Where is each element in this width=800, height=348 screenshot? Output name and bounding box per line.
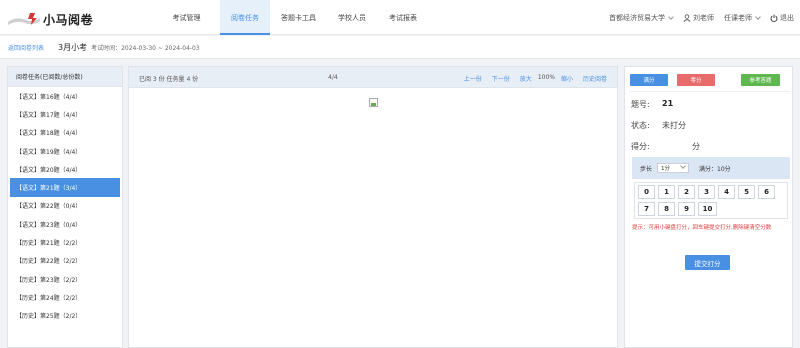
- question-label: 题号:: [631, 100, 650, 109]
- task-item[interactable]: 【语文】第19题（4/4）: [8, 142, 122, 160]
- score-input-box: 步长 1分 满分：10分 0 1 2 3 4 5 6 7 8 9 10 提示：可用小键盘打分，回车键…: [632, 157, 790, 290]
- logout-label: 退出: [780, 13, 794, 22]
- max-score: 满分：10分: [699, 165, 731, 173]
- task-item[interactable]: 【历史】第22题（2/2）: [8, 252, 122, 270]
- exam-name: 3月小考: [58, 42, 88, 52]
- step-value: 1分: [661, 166, 671, 172]
- answer-viewer: 已阅 3 份 任务量 4 份 4/4 上一份 下一份 放大 100% 缩小 历史…: [128, 66, 618, 348]
- score-label: 得分:: [631, 142, 650, 151]
- exam-time: 考试时间：2024-03-30 ~ 2024-04-03: [91, 44, 200, 52]
- task-item[interactable]: 【历史】第25题（2/2）: [8, 307, 122, 325]
- back-to-list-link[interactable]: 返回阅卷列表: [8, 43, 44, 52]
- score-key-2[interactable]: 2: [678, 185, 695, 199]
- score-key-5[interactable]: 5: [738, 185, 755, 199]
- step-label: 步长: [640, 165, 653, 173]
- nav-grading-tasks[interactable]: 阅卷任务: [220, 0, 270, 35]
- score-key-4[interactable]: 4: [718, 185, 735, 199]
- status-field: 状态: 未打分: [631, 120, 686, 131]
- task-list-panel: 阅卷任务(已阅数/总份数) 【语文】第16题（4/4） 【语文】第17题（4/4）…: [7, 66, 123, 348]
- task-list: 【语文】第16题（4/4） 【语文】第17题（4/4） 【语文】第18题（4/4）【…: [8, 87, 122, 325]
- logo-horse-icon: [8, 13, 40, 25]
- zero-score-button[interactable]: 零分: [677, 74, 715, 86]
- score-key-9[interactable]: 9: [678, 202, 695, 216]
- reference-answer-button[interactable]: 参考答题: [741, 74, 780, 86]
- question-value: 21: [662, 99, 674, 108]
- viewer-controls: 上一份 下一份 放大 100% 缩小 历史阅卷: [454, 74, 607, 83]
- power-icon: [770, 14, 778, 22]
- task-item[interactable]: 【语文】第22题（0/4）: [8, 197, 122, 215]
- broken-image-icon: [369, 98, 378, 107]
- task-item[interactable]: 【历史】第21题（2/2）: [8, 233, 122, 251]
- exam-subheader: 返回阅卷列表 3月小考 考试时间：2024-03-30 ~ 2024-04-03: [0, 36, 800, 58]
- logo-text: 小马阅卷: [43, 12, 94, 27]
- task-item[interactable]: 【语文】第16题（4/4）: [8, 87, 122, 105]
- task-item[interactable]: 【语文】第21题（3/4）: [10, 178, 120, 197]
- chevron-down-icon: [755, 13, 761, 20]
- status-value: 未打分: [662, 121, 686, 130]
- page-indicator: 4/4: [328, 74, 338, 81]
- main-nav: 考试管理 阅卷任务 答题卡工具 学校人员 考试报表: [159, 0, 428, 35]
- nav-exam-reports[interactable]: 考试报表: [378, 0, 428, 35]
- task-item[interactable]: 【语文】第18题（4/4）: [8, 124, 122, 142]
- task-item[interactable]: 【语文】第20题（4/4）: [8, 160, 122, 178]
- zoom-in-button[interactable]: 放大: [520, 74, 532, 83]
- header-right: 首都经济贸易大学 刘老师 任课老师 退出: [599, 0, 794, 35]
- nav-school-staff[interactable]: 学校人员: [327, 0, 377, 35]
- score-key-1[interactable]: 1: [658, 185, 675, 199]
- score-keypad: 0 1 2 3 4 5 6 7 8 9 10: [634, 182, 788, 219]
- logout-button[interactable]: 退出: [770, 13, 794, 23]
- question-number-field: 题号: 21: [631, 99, 673, 110]
- quick-score-buttons: 满分 零分 参考答题: [630, 74, 790, 86]
- chevron-down-icon: [668, 13, 674, 20]
- prev-button[interactable]: 上一份: [464, 74, 482, 83]
- user-icon: [683, 13, 691, 22]
- task-item[interactable]: 【历史】第23题（2/2）: [8, 270, 122, 288]
- submit-score-button[interactable]: 提交打分: [685, 255, 730, 270]
- zoom-level: 100%: [537, 74, 555, 81]
- app-logo[interactable]: 小马阅卷: [6, 9, 93, 29]
- task-item[interactable]: 【语文】第17题（4/4）: [8, 105, 122, 123]
- task-list-header: 阅卷任务(已阅数/总份数): [8, 67, 122, 87]
- next-button[interactable]: 下一份: [492, 74, 510, 83]
- nav-exam-management[interactable]: 考试管理: [159, 0, 214, 35]
- nav-answer-sheet-tool[interactable]: 答题卡工具: [271, 0, 326, 35]
- task-item[interactable]: 【语文】第23题（0/4）: [8, 215, 122, 233]
- chevron-down-icon: [680, 163, 686, 169]
- grading-stats: 已阅 3 份 任务量 4 份: [139, 76, 199, 83]
- user-menu[interactable]: 刘老师: [683, 13, 714, 23]
- divider: [630, 91, 790, 92]
- step-row: 步长 1分 满分：10分: [632, 157, 790, 179]
- role-name: 任课老师: [724, 13, 752, 22]
- zoom-out-button[interactable]: 缩小: [561, 74, 573, 83]
- viewer-toolbar: 已阅 3 份 任务量 4 份 4/4 上一份 下一份 放大 100% 缩小 历史…: [129, 67, 617, 88]
- score-unit: 分: [692, 142, 700, 151]
- user-name: 刘老师: [693, 13, 714, 22]
- keyboard-tip: 提示：可用小键盘打分，回车键提交打分,删除键清空分数: [632, 225, 772, 231]
- history-button[interactable]: 历史阅卷: [583, 74, 607, 83]
- score-key-3[interactable]: 3: [698, 185, 715, 199]
- score-key-8[interactable]: 8: [658, 202, 675, 216]
- school-selector[interactable]: 首都经济贸易大学: [609, 13, 674, 23]
- score-key-6[interactable]: 6: [758, 185, 775, 199]
- score-field: 得分: 分: [631, 141, 700, 152]
- task-item[interactable]: 【历史】第24题（2/2）: [8, 288, 122, 306]
- status-label: 状态:: [631, 121, 650, 130]
- top-bar: 小马阅卷 考试管理 阅卷任务 答题卡工具 学校人员 考试报表 首都经济贸易大学 …: [0, 0, 800, 35]
- score-key-10[interactable]: 10: [698, 202, 717, 216]
- school-name: 首都经济贸易大学: [609, 13, 665, 22]
- full-score-button[interactable]: 满分: [630, 74, 668, 86]
- score-key-0[interactable]: 0: [638, 185, 655, 199]
- divider: [0, 58, 800, 59]
- step-select[interactable]: 1分: [657, 163, 690, 173]
- role-selector[interactable]: 任课老师: [724, 13, 761, 23]
- score-key-7[interactable]: 7: [638, 202, 655, 216]
- grading-panel: 满分 零分 参考答题 题号: 21 状态: 未打分 得分: 分 步长 1分 满分…: [624, 66, 793, 348]
